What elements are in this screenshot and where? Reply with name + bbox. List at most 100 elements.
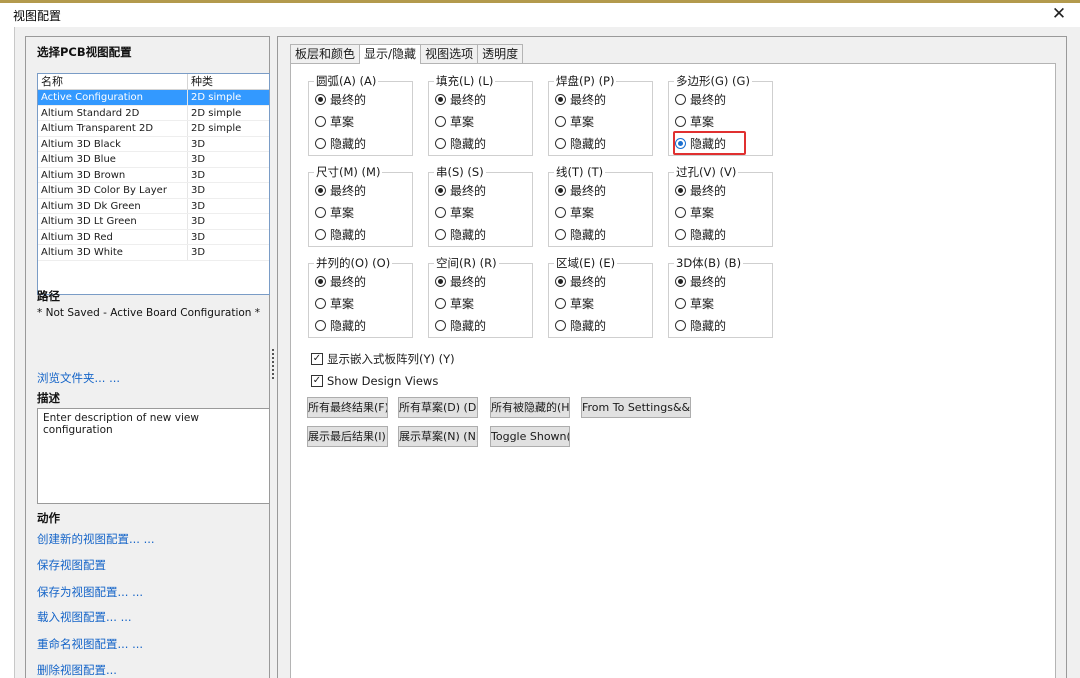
radio-option-draft[interactable]: 草案 bbox=[315, 113, 354, 129]
radio-option-draft[interactable]: 草案 bbox=[435, 204, 474, 220]
action-create-link[interactable]: 创建新的视图配置... ... bbox=[37, 531, 155, 547]
list-item[interactable]: Altium 3D Black 3D bbox=[38, 136, 269, 152]
radio-button bbox=[555, 297, 566, 309]
column-header-type[interactable]: 种类 bbox=[188, 74, 269, 89]
list-item[interactable]: Altium 3D Blue 3D bbox=[38, 152, 269, 168]
radio-option-draft[interactable]: 草案 bbox=[555, 204, 594, 220]
radio-option-hidden[interactable]: 隐藏的 bbox=[315, 317, 366, 333]
config-type: 2D simple bbox=[191, 123, 242, 134]
radio-option-hidden[interactable]: 隐藏的 bbox=[555, 317, 606, 333]
object-visibility-group: 过孔(V) (V) 最终的 草案 隐藏的 bbox=[668, 164, 773, 247]
object-visibility-group: 填充(L) (L) 最终的 草案 隐藏的 bbox=[428, 73, 533, 156]
tab-show-hide[interactable]: 显示/隐藏 bbox=[359, 44, 422, 64]
radio-button bbox=[555, 228, 566, 240]
design-views-checkbox[interactable]: ✓ Show Design Views bbox=[311, 373, 438, 389]
radio-option-draft[interactable]: 草案 bbox=[555, 295, 594, 311]
radio-option-hidden[interactable]: 隐藏的 bbox=[675, 226, 726, 242]
embedded-array-checkbox[interactable]: ✓ 显示嵌入式板阵列(Y) (Y) bbox=[311, 351, 455, 367]
group-label: 3D体(B) (B) bbox=[674, 255, 744, 271]
list-item[interactable]: Active Configuration 2D simple bbox=[38, 90, 269, 106]
radio-option-hidden[interactable]: 隐藏的 bbox=[675, 317, 726, 333]
radio-option-final[interactable]: 最终的 bbox=[315, 273, 366, 289]
select-config-title: 选择PCB视图配置 bbox=[37, 45, 132, 59]
radio-label: 草案 bbox=[450, 114, 475, 129]
list-item[interactable]: Altium 3D Red 3D bbox=[38, 229, 269, 245]
radio-option-draft[interactable]: 草案 bbox=[435, 295, 474, 311]
list-item[interactable]: Altium 3D Lt Green 3D bbox=[38, 214, 269, 230]
radio-option-final[interactable]: 最终的 bbox=[435, 182, 486, 198]
radio-option-hidden[interactable]: 隐藏的 bbox=[555, 135, 606, 151]
radio-option-final[interactable]: 最终的 bbox=[675, 91, 726, 107]
radio-option-final[interactable]: 最终的 bbox=[675, 273, 726, 289]
view-config-list[interactable]: 名称 种类 Active Configuration 2D simple Altiu… bbox=[37, 73, 270, 295]
config-type: 3D bbox=[191, 200, 206, 212]
radio-label: 草案 bbox=[570, 114, 595, 129]
show-final-button[interactable]: 展示最后结果(I) ( bbox=[307, 426, 388, 447]
radio-label: 最终的 bbox=[330, 274, 367, 289]
action-save-as-link[interactable]: 保存为视图配置... ... bbox=[37, 584, 143, 600]
radio-option-draft[interactable]: 草案 bbox=[675, 113, 714, 129]
list-item[interactable]: Altium Transparent 2D 2D simple bbox=[38, 121, 269, 137]
list-item[interactable]: Altium 3D Brown 3D bbox=[38, 167, 269, 183]
list-item[interactable]: Altium 3D Color By Layer 3D bbox=[38, 183, 269, 199]
radio-option-final[interactable]: 最终的 bbox=[435, 273, 486, 289]
radio-option-final[interactable]: 最终的 bbox=[555, 182, 606, 198]
radio-option-hidden[interactable]: 隐藏的 bbox=[435, 226, 486, 242]
close-icon[interactable]: ✕ bbox=[1048, 4, 1070, 24]
radio-button bbox=[555, 206, 566, 218]
radio-option-final[interactable]: 最终的 bbox=[315, 91, 366, 107]
radio-option-draft[interactable]: 草案 bbox=[315, 204, 354, 220]
radio-option-final[interactable]: 最终的 bbox=[435, 91, 486, 107]
radio-option-final[interactable]: 最终的 bbox=[675, 182, 726, 198]
browse-folder-link[interactable]: 浏览文件夹... ... bbox=[37, 370, 120, 386]
radio-button bbox=[435, 319, 446, 331]
radio-option-draft[interactable]: 草案 bbox=[675, 204, 714, 220]
object-visibility-group: 多边形(G) (G) 最终的 草案 隐藏的 bbox=[668, 73, 773, 156]
actions-title: 动作 bbox=[37, 511, 60, 525]
config-type: 3D bbox=[191, 185, 206, 196]
object-visibility-group: 圆弧(A) (A) 最终的 草案 隐藏的 bbox=[308, 73, 413, 156]
radio-label: 隐藏的 bbox=[570, 227, 607, 242]
radio-option-final[interactable]: 最终的 bbox=[555, 273, 606, 289]
config-name: Altium 3D Black bbox=[38, 136, 188, 151]
radio-option-hidden[interactable]: 隐藏的 bbox=[315, 226, 366, 242]
radio-option-hidden[interactable]: 隐藏的 bbox=[555, 226, 606, 242]
action-load-link[interactable]: 载入视图配置... ... bbox=[37, 609, 132, 625]
radio-option-hidden[interactable]: 隐藏的 bbox=[315, 135, 366, 151]
list-item[interactable]: Altium Standard 2D 2D simple bbox=[38, 105, 269, 121]
list-item[interactable]: Altium 3D White 3D bbox=[38, 245, 269, 261]
action-save-link[interactable]: 保存视图配置 bbox=[37, 557, 106, 573]
action-rename-link[interactable]: 重命名视图配置... ... bbox=[37, 636, 143, 652]
pane-splitter[interactable] bbox=[271, 349, 274, 383]
list-item[interactable]: Altium 3D Dk Green 3D bbox=[38, 198, 269, 214]
config-type: 3D bbox=[191, 231, 206, 243]
radio-option-draft[interactable]: 草案 bbox=[315, 295, 354, 311]
radio-option-hidden[interactable]: 隐藏的 bbox=[435, 317, 486, 333]
all-hidden-button[interactable]: 所有被隐藏的(H) ( bbox=[490, 397, 570, 418]
radio-option-draft[interactable]: 草案 bbox=[555, 113, 594, 129]
tab-view-options[interactable]: 视图选项 bbox=[420, 44, 479, 63]
from-to-settings-button[interactable]: From To Settings&&&... bbox=[581, 397, 691, 418]
action-delete-link[interactable]: 删除视图配置... bbox=[37, 662, 117, 678]
radio-option-final[interactable]: 最终的 bbox=[315, 182, 366, 198]
config-type: 2D simple bbox=[191, 107, 242, 119]
tab-transparency[interactable]: 透明度 bbox=[477, 44, 524, 63]
radio-option-hidden[interactable]: 隐藏的 bbox=[435, 135, 486, 151]
radio-option-final[interactable]: 最终的 bbox=[555, 91, 606, 107]
toggle-shown-button[interactable]: Toggle Shown(W) ( bbox=[490, 426, 570, 447]
radio-option-draft[interactable]: 草案 bbox=[435, 113, 474, 129]
object-visibility-group: 区域(E) (E) 最终的 草案 隐藏的 bbox=[548, 255, 653, 338]
radio-label: 隐藏的 bbox=[570, 318, 607, 333]
radio-option-draft[interactable]: 草案 bbox=[675, 295, 714, 311]
config-type: 3D bbox=[191, 247, 206, 258]
radio-button bbox=[555, 275, 566, 287]
description-field[interactable]: Enter description of new view configurat… bbox=[37, 408, 270, 504]
show-draft-button[interactable]: 展示草案(N) (N) bbox=[398, 426, 478, 447]
tab-layers-colors[interactable]: 板层和颜色 bbox=[290, 44, 361, 63]
column-header-name[interactable]: 名称 bbox=[38, 74, 188, 89]
checkbox-label: 显示嵌入式板阵列(Y) (Y) bbox=[327, 352, 455, 366]
object-visibility-group: 空间(R) (R) 最终的 草案 隐藏的 bbox=[428, 255, 533, 338]
radio-label: 隐藏的 bbox=[450, 227, 487, 242]
all-draft-button[interactable]: 所有草案(D) (D) bbox=[398, 397, 478, 418]
all-final-button[interactable]: 所有最终结果(F) ( bbox=[307, 397, 388, 418]
